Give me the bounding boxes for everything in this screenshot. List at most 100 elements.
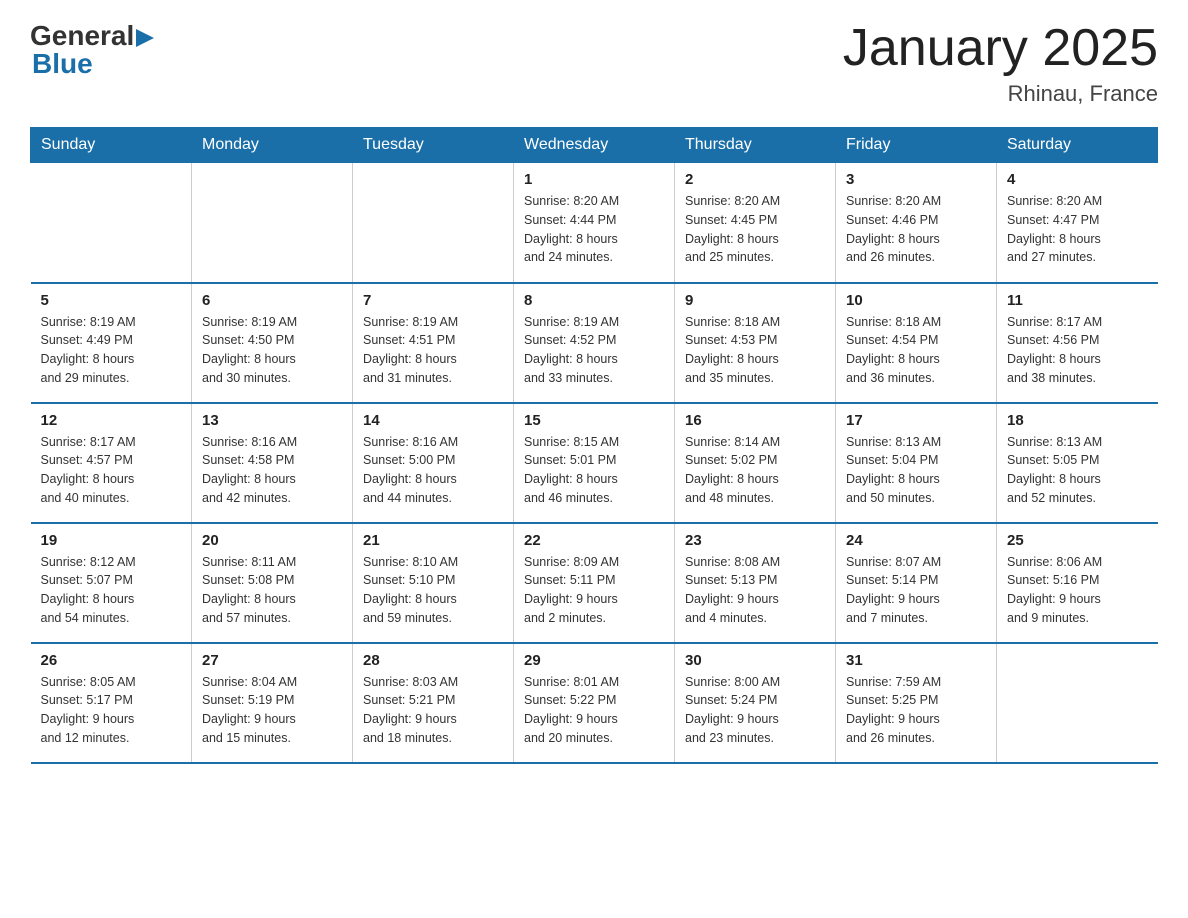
calendar-cell: 15 Sunrise: 8:15 AM Sunset: 5:01 PM Dayli… [514, 403, 675, 523]
day-info: Sunrise: 8:19 AM Sunset: 4:49 PM Dayligh… [41, 313, 182, 388]
day-number: 20 [202, 532, 342, 549]
day-info: Sunrise: 8:11 AM Sunset: 5:08 PM Dayligh… [202, 553, 342, 628]
day-info: Sunrise: 8:01 AM Sunset: 5:22 PM Dayligh… [524, 673, 664, 748]
logo: General Blue [30, 20, 154, 80]
day-number: 29 [524, 652, 664, 669]
day-info: Sunrise: 8:20 AM Sunset: 4:45 PM Dayligh… [685, 192, 825, 267]
calendar-cell: 22 Sunrise: 8:09 AM Sunset: 5:11 PM Dayli… [514, 523, 675, 643]
logo-blue-text: Blue [32, 48, 93, 79]
day-number: 18 [1007, 412, 1148, 429]
day-number: 9 [685, 292, 825, 309]
day-number: 11 [1007, 292, 1148, 309]
calendar-cell: 21 Sunrise: 8:10 AM Sunset: 5:10 PM Dayli… [353, 523, 514, 643]
logo-flag-icon [136, 29, 154, 47]
day-number: 19 [41, 532, 182, 549]
day-info: Sunrise: 8:19 AM Sunset: 4:50 PM Dayligh… [202, 313, 342, 388]
day-info: Sunrise: 8:00 AM Sunset: 5:24 PM Dayligh… [685, 673, 825, 748]
calendar-cell: 28 Sunrise: 8:03 AM Sunset: 5:21 PM Dayli… [353, 643, 514, 763]
calendar-cell: 8Sunrise: 8:19 AM Sunset: 4:52 PM Daylig… [514, 283, 675, 403]
day-info: Sunrise: 8:19 AM Sunset: 4:52 PM Dayligh… [524, 313, 664, 388]
day-info: Sunrise: 8:05 AM Sunset: 5:17 PM Dayligh… [41, 673, 182, 748]
day-info: Sunrise: 8:09 AM Sunset: 5:11 PM Dayligh… [524, 553, 664, 628]
day-info: Sunrise: 8:20 AM Sunset: 4:46 PM Dayligh… [846, 192, 986, 267]
calendar-week-row: 1 Sunrise: 8:20 AM Sunset: 4:44 PM Daylig… [31, 163, 1158, 283]
day-number: 2 [685, 171, 825, 188]
day-number: 13 [202, 412, 342, 429]
day-info: Sunrise: 8:20 AM Sunset: 4:44 PM Dayligh… [524, 192, 664, 267]
day-number: 16 [685, 412, 825, 429]
day-number: 6 [202, 292, 342, 309]
day-number: 26 [41, 652, 182, 669]
calendar-cell: 12 Sunrise: 8:17 AM Sunset: 4:57 PM Dayli… [31, 403, 192, 523]
calendar-cell: 6 Sunrise: 8:19 AM Sunset: 4:50 PM Daylig… [192, 283, 353, 403]
day-number: 17 [846, 412, 986, 429]
day-number: 24 [846, 532, 986, 549]
header-day-saturday: Saturday [997, 128, 1158, 163]
day-info: Sunrise: 8:16 AM Sunset: 4:58 PM Dayligh… [202, 433, 342, 508]
day-info: Sunrise: 8:19 AM Sunset: 4:51 PM Dayligh… [363, 313, 503, 388]
calendar-week-row: 12 Sunrise: 8:17 AM Sunset: 4:57 PM Dayli… [31, 403, 1158, 523]
day-number: 28 [363, 652, 503, 669]
day-info: Sunrise: 8:03 AM Sunset: 5:21 PM Dayligh… [363, 673, 503, 748]
day-info: Sunrise: 8:17 AM Sunset: 4:57 PM Dayligh… [41, 433, 182, 508]
header-day-friday: Friday [836, 128, 997, 163]
calendar-cell: 2 Sunrise: 8:20 AM Sunset: 4:45 PM Daylig… [675, 163, 836, 283]
calendar-cell: 27Sunrise: 8:04 AM Sunset: 5:19 PM Dayli… [192, 643, 353, 763]
day-number: 15 [524, 412, 664, 429]
calendar-week-row: 26 Sunrise: 8:05 AM Sunset: 5:17 PM Dayli… [31, 643, 1158, 763]
day-number: 12 [41, 412, 182, 429]
day-info: Sunrise: 8:18 AM Sunset: 4:53 PM Dayligh… [685, 313, 825, 388]
day-info: Sunrise: 8:13 AM Sunset: 5:04 PM Dayligh… [846, 433, 986, 508]
day-info: Sunrise: 8:04 AM Sunset: 5:19 PM Dayligh… [202, 673, 342, 748]
calendar-cell: 20 Sunrise: 8:11 AM Sunset: 5:08 PM Dayli… [192, 523, 353, 643]
location-text: Rhinau, France [843, 81, 1158, 107]
day-info: Sunrise: 8:18 AM Sunset: 4:54 PM Dayligh… [846, 313, 986, 388]
day-number: 31 [846, 652, 986, 669]
calendar-cell: 4Sunrise: 8:20 AM Sunset: 4:47 PM Daylig… [997, 163, 1158, 283]
day-info: Sunrise: 7:59 AM Sunset: 5:25 PM Dayligh… [846, 673, 986, 748]
calendar-cell: 18 Sunrise: 8:13 AM Sunset: 5:05 PM Dayli… [997, 403, 1158, 523]
page-header: General Blue January 2025 Rhinau, France [30, 20, 1158, 107]
day-number: 30 [685, 652, 825, 669]
calendar-cell: 24 Sunrise: 8:07 AM Sunset: 5:14 PM Dayli… [836, 523, 997, 643]
day-number: 21 [363, 532, 503, 549]
day-number: 3 [846, 171, 986, 188]
calendar-table: SundayMondayTuesdayWednesdayThursdayFrid… [30, 127, 1158, 764]
calendar-cell: 26 Sunrise: 8:05 AM Sunset: 5:17 PM Dayli… [31, 643, 192, 763]
calendar-cell: 17 Sunrise: 8:13 AM Sunset: 5:04 PM Dayli… [836, 403, 997, 523]
calendar-cell: 25Sunrise: 8:06 AM Sunset: 5:16 PM Dayli… [997, 523, 1158, 643]
calendar-cell: 7 Sunrise: 8:19 AM Sunset: 4:51 PM Daylig… [353, 283, 514, 403]
header-day-monday: Monday [192, 128, 353, 163]
day-info: Sunrise: 8:07 AM Sunset: 5:14 PM Dayligh… [846, 553, 986, 628]
header-day-wednesday: Wednesday [514, 128, 675, 163]
header-day-thursday: Thursday [675, 128, 836, 163]
calendar-cell: 29 Sunrise: 8:01 AM Sunset: 5:22 PM Dayli… [514, 643, 675, 763]
calendar-cell [997, 643, 1158, 763]
day-number: 14 [363, 412, 503, 429]
calendar-week-row: 5Sunrise: 8:19 AM Sunset: 4:49 PM Daylig… [31, 283, 1158, 403]
day-number: 1 [524, 171, 664, 188]
calendar-cell: 31 Sunrise: 7:59 AM Sunset: 5:25 PM Dayli… [836, 643, 997, 763]
day-number: 25 [1007, 532, 1148, 549]
day-info: Sunrise: 8:14 AM Sunset: 5:02 PM Dayligh… [685, 433, 825, 508]
calendar-cell: 11Sunrise: 8:17 AM Sunset: 4:56 PM Dayli… [997, 283, 1158, 403]
calendar-week-row: 19 Sunrise: 8:12 AM Sunset: 5:07 PM Dayli… [31, 523, 1158, 643]
day-number: 10 [846, 292, 986, 309]
day-number: 23 [685, 532, 825, 549]
day-info: Sunrise: 8:13 AM Sunset: 5:05 PM Dayligh… [1007, 433, 1148, 508]
calendar-cell [192, 163, 353, 283]
day-info: Sunrise: 8:08 AM Sunset: 5:13 PM Dayligh… [685, 553, 825, 628]
day-info: Sunrise: 8:12 AM Sunset: 5:07 PM Dayligh… [41, 553, 182, 628]
day-number: 7 [363, 292, 503, 309]
day-info: Sunrise: 8:15 AM Sunset: 5:01 PM Dayligh… [524, 433, 664, 508]
header-day-tuesday: Tuesday [353, 128, 514, 163]
calendar-cell: 9 Sunrise: 8:18 AM Sunset: 4:53 PM Daylig… [675, 283, 836, 403]
day-number: 22 [524, 532, 664, 549]
calendar-cell: 23 Sunrise: 8:08 AM Sunset: 5:13 PM Dayli… [675, 523, 836, 643]
calendar-cell [31, 163, 192, 283]
month-title: January 2025 [843, 20, 1158, 77]
day-info: Sunrise: 8:10 AM Sunset: 5:10 PM Dayligh… [363, 553, 503, 628]
header-day-sunday: Sunday [31, 128, 192, 163]
calendar-cell: 30 Sunrise: 8:00 AM Sunset: 5:24 PM Dayli… [675, 643, 836, 763]
calendar-cell: 10 Sunrise: 8:18 AM Sunset: 4:54 PM Dayli… [836, 283, 997, 403]
